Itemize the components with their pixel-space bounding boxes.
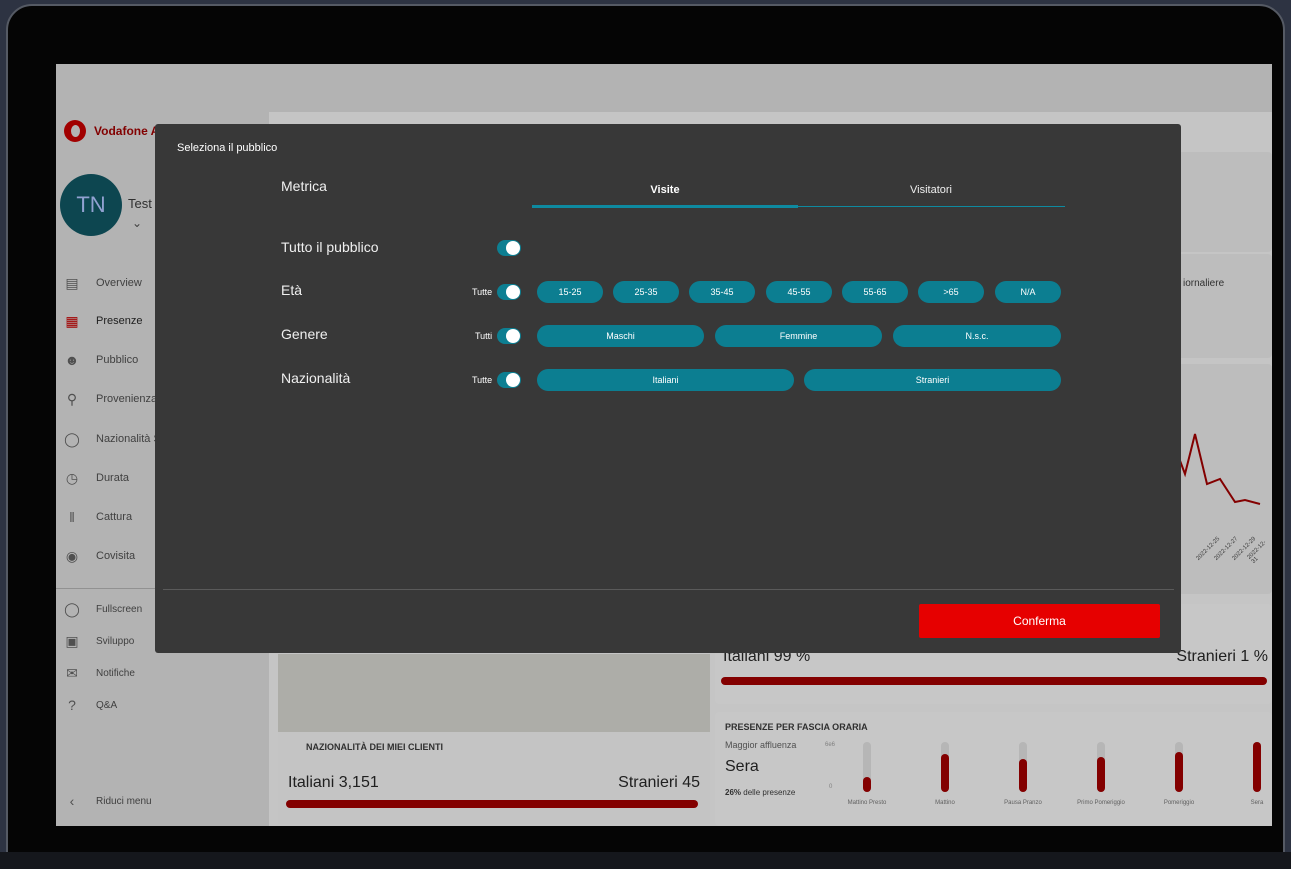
- nationality-all-toggle[interactable]: [497, 372, 521, 388]
- gender-label: Genere: [281, 326, 328, 342]
- all-public-toggle[interactable]: [497, 240, 521, 256]
- metric-tabs: Visite Visitatori: [532, 182, 1065, 208]
- metric-label: Metrica: [281, 178, 327, 194]
- age-label: Età: [281, 282, 303, 298]
- tab-visitatori[interactable]: Visitatori: [798, 184, 1064, 196]
- age-chip[interactable]: 25-35: [613, 281, 679, 303]
- nationality-chip[interactable]: Stranieri: [804, 369, 1061, 391]
- nationality-all-label: Tutte: [472, 375, 493, 385]
- modal-title: Seleziona il pubblico: [177, 142, 278, 154]
- age-all-label: Tutte: [472, 287, 493, 297]
- all-public-label: Tutto il pubblico: [281, 239, 379, 255]
- age-chip[interactable]: 45-55: [766, 281, 832, 303]
- nationality-label: Nazionalità: [281, 370, 351, 386]
- gender-all-toggle[interactable]: [497, 328, 521, 344]
- gender-chip[interactable]: Maschi: [537, 325, 704, 347]
- audience-modal: Seleziona il pubblico Metrica Visite Vis…: [155, 124, 1181, 653]
- confirm-button[interactable]: Conferma: [919, 604, 1160, 638]
- age-chip[interactable]: >65: [918, 281, 984, 303]
- nationality-chip[interactable]: Italiani: [537, 369, 794, 391]
- gender-chip[interactable]: Femmine: [715, 325, 882, 347]
- gender-all-label: Tutti: [475, 331, 493, 341]
- laptop-frame: Vodafone Ac TN Test ⌄ ▤ Overview ▦ Prese…: [6, 4, 1285, 869]
- age-chip[interactable]: 55-65: [842, 281, 908, 303]
- tab-active-indicator: [532, 205, 798, 208]
- age-all-toggle[interactable]: [497, 284, 521, 300]
- tab-visite[interactable]: Visite: [532, 184, 798, 196]
- age-chip[interactable]: 15-25: [537, 281, 603, 303]
- laptop-hinge: [0, 852, 1291, 869]
- age-chip[interactable]: 35-45: [689, 281, 755, 303]
- screen: Vodafone Ac TN Test ⌄ ▤ Overview ▦ Prese…: [56, 64, 1272, 826]
- age-chip[interactable]: N/A: [995, 281, 1061, 303]
- modal-divider: [163, 589, 1174, 590]
- gender-chip[interactable]: N.s.c.: [893, 325, 1061, 347]
